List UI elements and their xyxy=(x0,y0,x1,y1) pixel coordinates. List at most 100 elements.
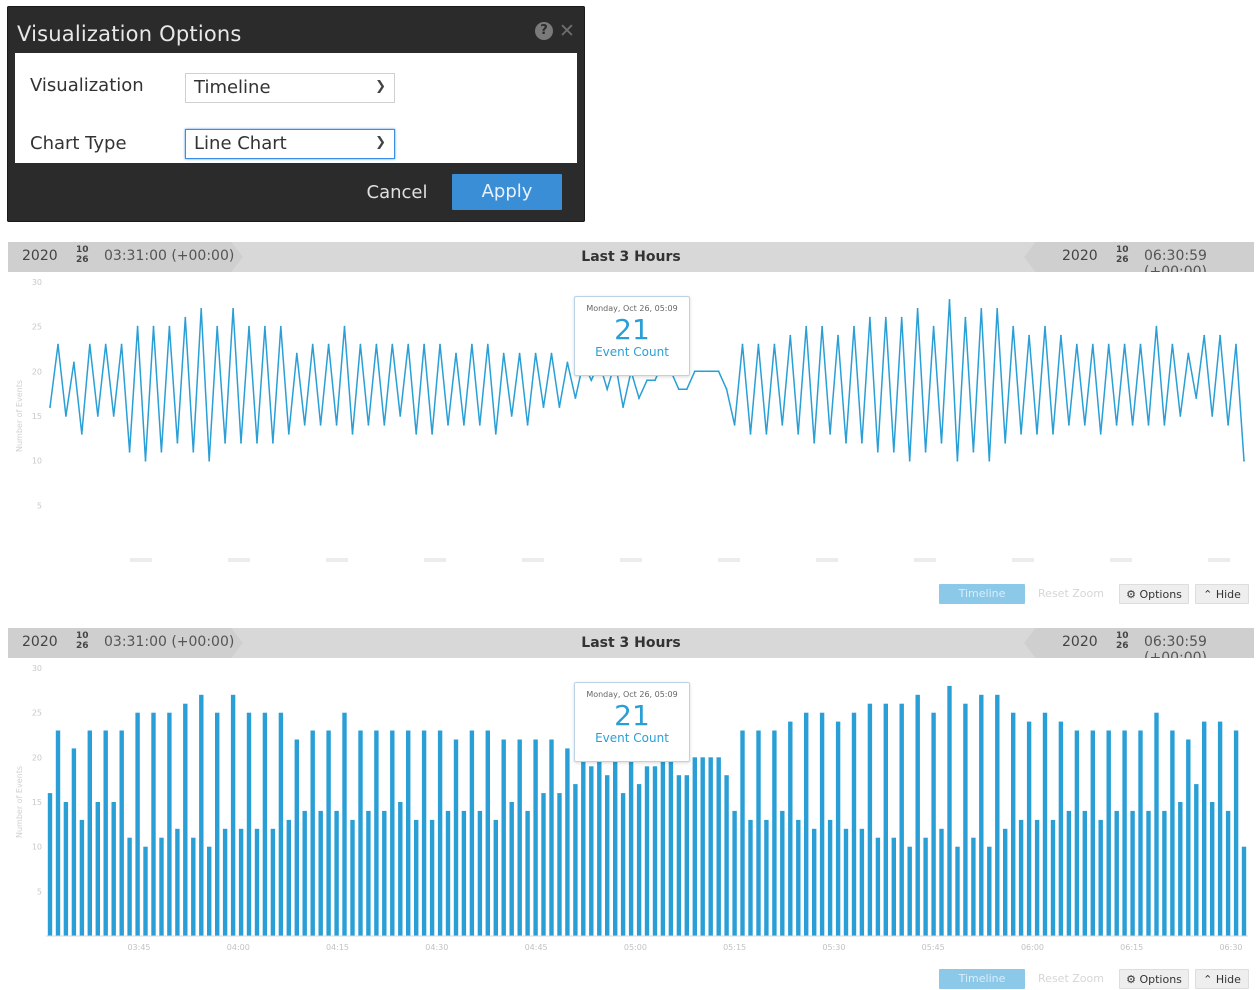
data-point xyxy=(57,343,59,346)
data-point xyxy=(869,316,871,319)
bar xyxy=(867,703,873,936)
tooltip-value: 21 xyxy=(614,699,650,732)
end-date-picker[interactable]: 2020 10 26 06:30:59 (+00:00) xyxy=(1024,628,1254,658)
data-point xyxy=(1012,325,1015,328)
data-point xyxy=(1195,397,1198,399)
chart-type-select[interactable]: Line Chart ❯ xyxy=(185,129,395,159)
data-point xyxy=(1203,334,1206,337)
data-point xyxy=(510,415,513,417)
bar xyxy=(835,721,841,936)
data-point xyxy=(765,433,768,435)
data-point xyxy=(709,370,712,373)
options-button[interactable]: ⚙ Options xyxy=(1119,584,1189,604)
bar xyxy=(613,748,618,936)
data-point xyxy=(821,325,823,328)
data-point xyxy=(1227,424,1229,426)
bar xyxy=(827,819,833,936)
bar xyxy=(238,828,244,936)
chevron-up-icon: ⌃ xyxy=(1203,973,1213,986)
data-point xyxy=(1235,343,1237,346)
bar xyxy=(1003,828,1008,936)
bar xyxy=(1217,721,1223,936)
bar xyxy=(1162,810,1167,936)
close-icon[interactable]: ✕ xyxy=(559,20,575,42)
data-point xyxy=(160,450,163,453)
chart-tooltip: Monday, Oct 26, 05:09 21 Event Count xyxy=(574,296,690,376)
data-point xyxy=(677,388,680,391)
bar xyxy=(700,757,705,936)
bar xyxy=(549,739,554,936)
tooltip-label: Event Count xyxy=(595,731,669,745)
bar xyxy=(278,712,284,936)
bar xyxy=(1106,730,1111,936)
bar xyxy=(772,730,777,936)
help-icon[interactable]: ? xyxy=(535,22,553,40)
bar xyxy=(119,730,124,936)
apply-button[interactable]: Apply xyxy=(452,174,562,210)
bar xyxy=(923,837,928,936)
bar xyxy=(461,810,467,936)
options-label: Options xyxy=(1139,973,1182,986)
end-date-picker[interactable]: 2020 10 26 06:30:59 (+00:00) xyxy=(1024,242,1254,272)
bar xyxy=(748,819,753,936)
data-point xyxy=(415,433,418,435)
data-point xyxy=(622,406,624,408)
x-tick-label xyxy=(718,558,740,562)
bar xyxy=(1058,721,1064,936)
bar xyxy=(382,810,387,936)
timeline-button[interactable]: Timeline xyxy=(939,584,1025,604)
bar xyxy=(135,712,140,936)
data-point xyxy=(964,316,967,319)
x-tick-label xyxy=(1110,558,1132,562)
bar xyxy=(605,775,610,936)
data-point xyxy=(1028,334,1030,337)
bar xyxy=(374,730,379,936)
bar xyxy=(493,819,498,936)
y-tick-label: 15 xyxy=(32,412,42,421)
bar xyxy=(955,846,960,936)
chart-type-label: Chart Type xyxy=(30,133,127,154)
x-tick-label xyxy=(228,558,250,562)
x-tick-label: 04:00 xyxy=(227,943,250,952)
data-point xyxy=(240,441,242,444)
bar xyxy=(1146,810,1151,936)
bar xyxy=(1154,712,1159,936)
bar xyxy=(286,819,291,936)
data-point xyxy=(287,433,290,435)
bar xyxy=(684,775,689,936)
bar xyxy=(525,810,530,936)
data-point xyxy=(73,361,75,364)
hide-button[interactable]: ⌃ Hide xyxy=(1195,969,1249,989)
reset-zoom-button[interactable]: Reset Zoom xyxy=(1031,584,1111,604)
bar xyxy=(971,837,976,936)
data-point xyxy=(1115,424,1118,426)
bar xyxy=(788,721,793,936)
bar xyxy=(581,748,586,936)
x-tick-label: 05:30 xyxy=(822,943,845,952)
data-point xyxy=(892,450,895,453)
visualization-select[interactable]: Timeline ❯ xyxy=(185,73,395,103)
data-point xyxy=(1020,433,1022,435)
bar xyxy=(1233,730,1239,936)
bar xyxy=(477,810,483,936)
reset-zoom-button[interactable]: Reset Zoom xyxy=(1031,969,1111,989)
hide-label: Hide xyxy=(1215,588,1241,601)
hide-button[interactable]: ⌃ Hide xyxy=(1195,584,1249,604)
data-point xyxy=(1179,415,1182,417)
bar xyxy=(819,712,825,936)
data-point xyxy=(80,433,83,435)
data-point xyxy=(797,433,800,435)
chart-controls: Timeline Reset Zoom ⚙ Options ⌃ Hide xyxy=(939,584,1251,604)
options-button[interactable]: ⚙ Options xyxy=(1119,969,1189,989)
bar xyxy=(724,775,729,936)
tooltip-value: 21 xyxy=(614,313,650,346)
data-point xyxy=(1163,424,1166,426)
cancel-button[interactable]: Cancel xyxy=(357,178,437,208)
data-point xyxy=(980,307,983,310)
end-month: 10 xyxy=(1116,631,1129,641)
x-tick-label xyxy=(424,558,446,562)
x-tick-label xyxy=(620,558,642,562)
data-point xyxy=(638,397,640,399)
timeline-button[interactable]: Timeline xyxy=(939,969,1025,989)
data-point xyxy=(1004,441,1007,444)
